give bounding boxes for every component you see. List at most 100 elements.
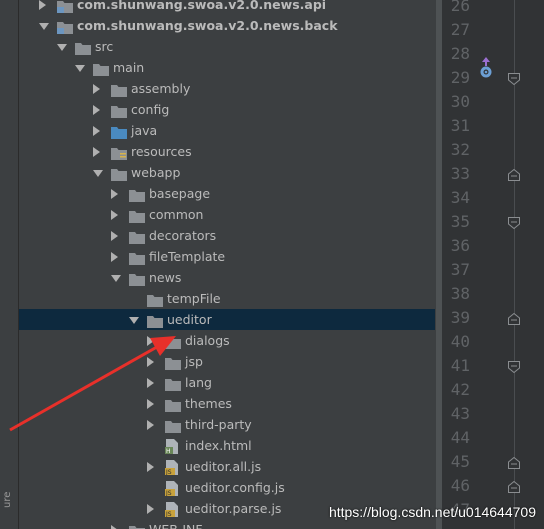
line-number: 42 bbox=[450, 380, 470, 399]
tree-item-index-html[interactable]: Hindex.html bbox=[19, 435, 435, 456]
chevron-right-icon[interactable] bbox=[147, 399, 154, 409]
tree-item-filetemplate[interactable]: fileTemplate bbox=[19, 246, 435, 267]
line-number: 44 bbox=[450, 428, 470, 447]
tree-item-label: decorators bbox=[149, 228, 217, 243]
tool-window-label[interactable]: ure bbox=[2, 492, 13, 508]
chevron-right-icon[interactable] bbox=[111, 252, 118, 262]
chevron-down-icon[interactable] bbox=[39, 23, 49, 30]
line-number: 37 bbox=[450, 260, 470, 279]
tree-item-label: lang bbox=[185, 375, 212, 390]
line-number: 40 bbox=[450, 332, 470, 351]
folder-icon bbox=[129, 523, 145, 529]
tree-item-label: common bbox=[149, 207, 204, 222]
line-number: 45 bbox=[450, 452, 470, 471]
tree-item-main[interactable]: main bbox=[19, 57, 435, 78]
chevron-right-icon[interactable] bbox=[147, 336, 154, 346]
chevron-right-icon[interactable] bbox=[111, 210, 118, 220]
line-number: 39 bbox=[450, 308, 470, 327]
chevron-down-icon[interactable] bbox=[75, 65, 85, 72]
tree-item-news[interactable]: news bbox=[19, 267, 435, 288]
tree-item-dialogs[interactable]: dialogs bbox=[19, 330, 435, 351]
svg-text:JS: JS bbox=[165, 511, 172, 517]
tree-item-label: fileTemplate bbox=[149, 249, 226, 264]
svg-text:JS: JS bbox=[165, 490, 172, 496]
tree-item-label: com.shunwang.swoa.v2.0.news.api bbox=[77, 0, 327, 12]
chevron-down-icon[interactable] bbox=[93, 170, 103, 177]
chevron-right-icon[interactable] bbox=[93, 147, 100, 157]
fold-marker-icon[interactable] bbox=[508, 169, 520, 181]
tree-item-label: WEB-INF bbox=[149, 519, 203, 529]
chevron-down-icon[interactable] bbox=[111, 275, 121, 282]
line-number: 27 bbox=[450, 20, 470, 39]
line-number: 36 bbox=[450, 236, 470, 255]
tool-window-strip[interactable]: ure bbox=[0, 0, 19, 529]
tree-item-label: themes bbox=[185, 396, 232, 411]
tree-item-webapp[interactable]: webapp bbox=[19, 162, 435, 183]
chevron-right-icon[interactable] bbox=[111, 189, 118, 199]
line-number: 32 bbox=[450, 140, 470, 159]
chevron-right-icon[interactable] bbox=[111, 231, 118, 241]
tree-item-jsp[interactable]: jsp bbox=[19, 351, 435, 372]
line-number: 43 bbox=[450, 404, 470, 423]
tree-item-third-party[interactable]: third-party bbox=[19, 414, 435, 435]
line-number: 35 bbox=[450, 212, 470, 231]
tree-item-label: config bbox=[131, 102, 170, 117]
tree-item-basepage[interactable]: basepage bbox=[19, 183, 435, 204]
tree-item-tempfile[interactable]: tempFile bbox=[19, 288, 435, 309]
tree-item-java[interactable]: java bbox=[19, 120, 435, 141]
fold-marker-icon[interactable] bbox=[508, 313, 520, 325]
fold-marker-icon[interactable] bbox=[508, 361, 520, 373]
tree-item-config[interactable]: config bbox=[19, 99, 435, 120]
chevron-right-icon[interactable] bbox=[39, 0, 46, 10]
tree-item-common[interactable]: common bbox=[19, 204, 435, 225]
chevron-right-icon[interactable] bbox=[93, 126, 100, 136]
tree-item-themes[interactable]: themes bbox=[19, 393, 435, 414]
tree-item-lang[interactable]: lang bbox=[19, 372, 435, 393]
chevron-right-icon[interactable] bbox=[147, 378, 154, 388]
tree-item-label: ueditor.parse.js bbox=[185, 501, 282, 516]
tree-item-label: java bbox=[131, 123, 158, 138]
tree-item-label: resources bbox=[131, 144, 192, 159]
line-number: 31 bbox=[450, 116, 470, 135]
tree-item-label: assembly bbox=[131, 81, 191, 96]
tree-item-label: src bbox=[95, 39, 114, 54]
tree-item-resources[interactable]: resources bbox=[19, 141, 435, 162]
tree-item-src[interactable]: src bbox=[19, 36, 435, 57]
chevron-right-icon[interactable] bbox=[147, 504, 154, 514]
chevron-down-icon[interactable] bbox=[57, 44, 67, 51]
line-number: 46 bbox=[450, 476, 470, 495]
chevron-right-icon[interactable] bbox=[147, 357, 154, 367]
tree-item-label: tempFile bbox=[167, 291, 221, 306]
tree-item-label: news bbox=[149, 270, 182, 285]
fold-marker-icon[interactable] bbox=[508, 73, 520, 85]
override-marker-icon[interactable] bbox=[478, 57, 494, 79]
fold-marker-icon[interactable] bbox=[508, 217, 520, 229]
fold-marker-icon[interactable] bbox=[508, 457, 520, 469]
chevron-right-icon[interactable] bbox=[147, 462, 154, 472]
chevron-right-icon[interactable] bbox=[93, 105, 100, 115]
tree-item-label: jsp bbox=[185, 354, 203, 369]
fold-marker-icon[interactable] bbox=[508, 481, 520, 493]
tree-item-ueditor-all-js[interactable]: JS ueditor.all.js bbox=[19, 456, 435, 477]
tree-item-decorators[interactable]: decorators bbox=[19, 225, 435, 246]
line-number: 38 bbox=[450, 284, 470, 303]
line-number: 41 bbox=[450, 356, 470, 375]
tree-item-com-shunwang-swoa-v2-0-news-api[interactable]: com.shunwang.swoa.v2.0.news.api bbox=[19, 0, 435, 15]
chevron-right-icon[interactable] bbox=[93, 84, 100, 94]
tree-item-web-inf[interactable]: WEB-INF bbox=[19, 519, 435, 529]
watermark: https://blog.csdn.net/u014644709 bbox=[328, 504, 536, 520]
chevron-right-icon[interactable] bbox=[111, 525, 118, 529]
editor-gutter: 26 27 28 29 30 31 32 33 34 35 36 37 38 39 40 41 42 43 44 45… bbox=[442, 0, 544, 529]
tree-item-ueditor-config-js[interactable]: JS ueditor.config.js bbox=[19, 477, 435, 498]
svg-text:JS: JS bbox=[165, 469, 172, 475]
tree-item-assembly[interactable]: assembly bbox=[19, 78, 435, 99]
tree-item-label: com.shunwang.swoa.v2.0.news.back bbox=[77, 18, 338, 33]
tree-item-ueditor[interactable]: ueditor bbox=[19, 309, 435, 330]
line-number: 26 bbox=[450, 0, 470, 15]
chevron-right-icon[interactable] bbox=[147, 420, 154, 430]
chevron-down-icon[interactable] bbox=[129, 317, 139, 324]
svg-text:H: H bbox=[166, 448, 171, 454]
tree-item-com-shunwang-swoa-v2-0-news-back[interactable]: com.shunwang.swoa.v2.0.news.back bbox=[19, 15, 435, 36]
line-number: 28 bbox=[450, 44, 470, 63]
project-tree[interactable]: com.shunwang.swoa.v2.0.news.api com.shunw… bbox=[19, 0, 435, 529]
